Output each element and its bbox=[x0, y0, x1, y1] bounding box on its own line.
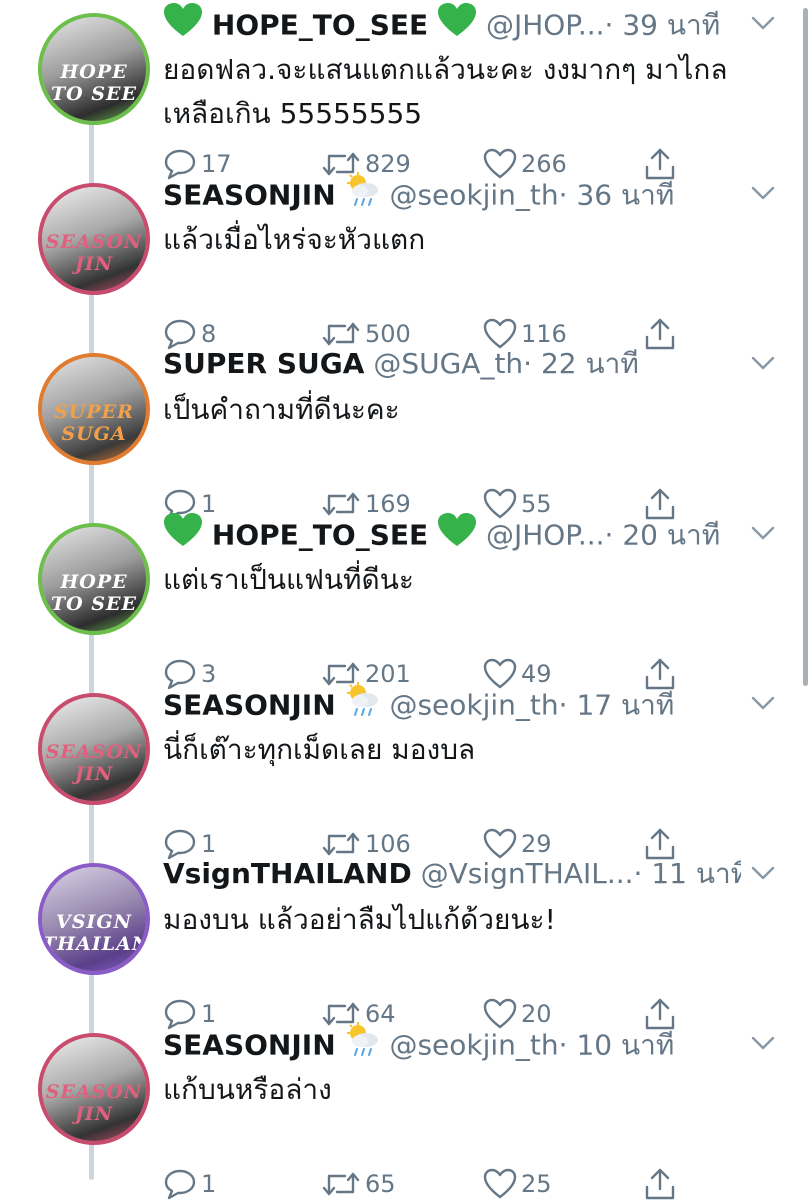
user-handle[interactable]: @seokjin_th bbox=[389, 689, 558, 722]
avatar-caption: SUPER SUGA bbox=[54, 401, 134, 445]
tweet[interactable]: HOPE TO SEE HOPE_TO_SEE @JHOP...· 20 นาท… bbox=[0, 510, 811, 690]
user-handle[interactable]: @JHOP... bbox=[486, 519, 605, 552]
share-button[interactable] bbox=[643, 1164, 677, 1204]
tweet-text: แต่เราเป็นแฟนที่ดีนะ bbox=[163, 563, 414, 596]
like-count: 25 bbox=[521, 1170, 552, 1198]
retweet-button[interactable]: 65 bbox=[321, 1164, 396, 1204]
chevron-down-icon[interactable] bbox=[751, 694, 775, 712]
tweet-text: ยอดฟลว.จะแสนแตกแล้วนะคะ งงมากๆ มาไกลเหลื… bbox=[163, 53, 728, 130]
tweet[interactable]: VSIGN THAILAND VsignTHAILAND @VsignTHAIL.… bbox=[0, 850, 811, 1030]
tweet[interactable]: HOPE TO SEE HOPE_TO_SEE @JHOP...· 39 นาท… bbox=[0, 0, 811, 180]
timestamp[interactable]: · 10 นาที bbox=[559, 1029, 675, 1062]
tweet-actions: 1 65 25 bbox=[163, 1164, 691, 1204]
green-heart-icon bbox=[163, 2, 203, 46]
timestamp[interactable]: · 20 นาที bbox=[605, 519, 721, 552]
display-name[interactable]: SUPER SUGA bbox=[163, 347, 364, 380]
tweet[interactable]: SEASON JIN SEASONJIN @seokjin_th· 36 นาที… bbox=[0, 170, 811, 350]
timestamp[interactable]: · 17 นาที bbox=[559, 689, 675, 722]
reply-count: 1 bbox=[201, 1170, 217, 1198]
tweet-header: SEASONJIN @seokjin_th· 36 นาที bbox=[163, 172, 741, 216]
avatar-caption: HOPE TO SEE bbox=[51, 571, 137, 615]
tweet-header: HOPE_TO_SEE @JHOP...· 20 นาที bbox=[163, 512, 741, 556]
share-icon bbox=[643, 1167, 677, 1201]
user-handle[interactable]: @seokjin_th bbox=[389, 179, 558, 212]
chevron-down-icon[interactable] bbox=[751, 864, 775, 882]
avatar-caption: SEASON JIN bbox=[45, 741, 143, 785]
display-name[interactable]: SEASONJIN bbox=[163, 179, 336, 212]
tweet-text: เป็นคำถามที่ดีนะคะ bbox=[163, 393, 400, 426]
sun-rain-cloud-icon bbox=[345, 682, 381, 726]
display-name[interactable]: SEASONJIN bbox=[163, 1029, 336, 1062]
display-name[interactable]: VsignTHAILAND bbox=[163, 857, 412, 890]
tweet[interactable]: SEASON JIN SEASONJIN @seokjin_th· 17 นาที… bbox=[0, 680, 811, 860]
tweet-header: VsignTHAILAND @VsignTHAIL...· 11 นาที bbox=[163, 852, 741, 896]
timestamp[interactable]: · 39 นาที bbox=[605, 9, 721, 42]
display-name[interactable]: HOPE_TO_SEE bbox=[212, 9, 428, 42]
avatar[interactable]: SEASON JIN bbox=[38, 693, 150, 805]
avatar[interactable]: VSIGN THAILAND bbox=[38, 863, 150, 975]
green-heart-icon bbox=[437, 512, 477, 556]
tweet-text: มองบน แล้วอย่าลืมไปแก้ด้วยนะ! bbox=[163, 903, 556, 936]
sun-rain-cloud-icon bbox=[345, 172, 381, 216]
reply-icon bbox=[163, 1168, 197, 1200]
display-name[interactable]: HOPE_TO_SEE bbox=[212, 519, 428, 552]
tweet[interactable]: SUPER SUGA SUPER SUGA @SUGA_th· 22 นาที เป… bbox=[0, 340, 811, 520]
timestamp[interactable]: · 11 นาที bbox=[634, 857, 741, 890]
avatar-caption: SEASON JIN bbox=[45, 1081, 143, 1125]
avatar-caption: HOPE TO SEE bbox=[51, 61, 137, 105]
retweet-icon bbox=[321, 1168, 361, 1200]
avatar-caption: SEASON JIN bbox=[45, 231, 143, 275]
tweet-text: แล้วเมื่อไหร่จะหัวแตก bbox=[163, 223, 426, 256]
user-handle[interactable]: @seokjin_th bbox=[389, 1029, 558, 1062]
retweet-count: 65 bbox=[365, 1170, 396, 1198]
user-handle[interactable]: @JHOP... bbox=[486, 9, 605, 42]
avatar[interactable]: HOPE TO SEE bbox=[38, 13, 150, 125]
timestamp[interactable]: · 36 นาที bbox=[559, 179, 675, 212]
chevron-down-icon[interactable] bbox=[751, 1034, 775, 1052]
avatar[interactable]: SEASON JIN bbox=[38, 1033, 150, 1145]
tweet-header: SEASONJIN @seokjin_th· 10 นาที bbox=[163, 1022, 741, 1066]
avatar[interactable]: HOPE TO SEE bbox=[38, 523, 150, 635]
chevron-down-icon[interactable] bbox=[751, 354, 775, 372]
green-heart-icon bbox=[437, 2, 477, 46]
green-heart-icon bbox=[163, 512, 203, 556]
chevron-down-icon[interactable] bbox=[751, 524, 775, 542]
chevron-down-icon[interactable] bbox=[751, 184, 775, 202]
avatar[interactable]: SUPER SUGA bbox=[38, 353, 150, 465]
heart-icon bbox=[483, 1168, 517, 1200]
chevron-down-icon[interactable] bbox=[751, 14, 775, 32]
user-handle[interactable]: @SUGA_th bbox=[373, 347, 523, 380]
tweet-text: แก้บนหรือล่าง bbox=[163, 1073, 332, 1106]
tweet[interactable]: SEASON JIN SEASONJIN @seokjin_th· 10 นาที… bbox=[0, 1020, 811, 1200]
user-handle[interactable]: @VsignTHAIL... bbox=[421, 857, 634, 890]
tweet-header: HOPE_TO_SEE @JHOP...· 39 นาที bbox=[163, 2, 741, 46]
avatar-caption: VSIGN THAILAND bbox=[42, 911, 150, 955]
display-name[interactable]: SEASONJIN bbox=[163, 689, 336, 722]
sun-rain-cloud-icon bbox=[345, 1022, 381, 1066]
tweet-text: นี่ก็เต๊าะทุกเม็ดเลย มองบล bbox=[163, 733, 476, 766]
timestamp[interactable]: · 22 นาที bbox=[523, 347, 639, 380]
reply-button[interactable]: 1 bbox=[163, 1164, 216, 1204]
tweet-header: SEASONJIN @seokjin_th· 17 นาที bbox=[163, 682, 741, 726]
tweet-header: SUPER SUGA @SUGA_th· 22 นาที bbox=[163, 342, 741, 386]
like-button[interactable]: 25 bbox=[483, 1164, 552, 1204]
avatar[interactable]: SEASON JIN bbox=[38, 183, 150, 295]
